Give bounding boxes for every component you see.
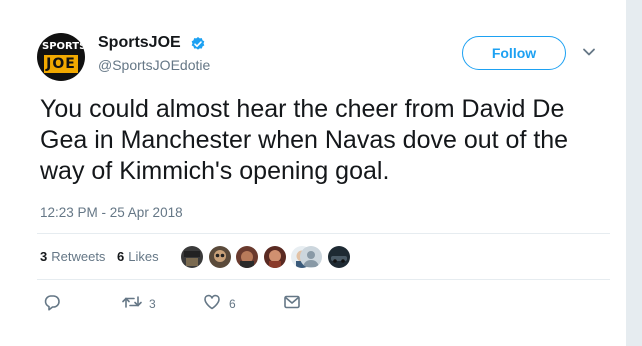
retweets-stat[interactable]: 3 Retweets: [40, 249, 105, 264]
follow-button[interactable]: Follow: [462, 36, 566, 70]
avatar[interactable]: SPORTS JOE: [37, 33, 85, 81]
retweet-icon[interactable]: [121, 293, 143, 311]
retweet-count: 3: [149, 297, 156, 311]
envelope-icon[interactable]: [283, 293, 301, 311]
default-avatar-icon[interactable]: [300, 246, 322, 268]
logo-text-bottom: JOE: [44, 55, 78, 73]
liker-avatar[interactable]: [236, 246, 258, 268]
retweets-label: Retweets: [51, 249, 106, 264]
account-handle[interactable]: @SportsJOEdotie: [98, 57, 210, 73]
divider: [37, 233, 610, 234]
liker-avatar[interactable]: [181, 246, 203, 268]
verified-badge-icon: [191, 37, 205, 50]
tweet-timestamp[interactable]: 12:23 PM - 25 Apr 2018: [40, 205, 183, 220]
liker-avatar[interactable]: [209, 246, 231, 268]
scrollbar-track[interactable]: [626, 0, 642, 346]
liker-avatar[interactable]: [264, 246, 286, 268]
heart-icon[interactable]: [203, 293, 221, 311]
tweet-text: You could almost hear the cheer from Dav…: [40, 95, 569, 185]
likes-label: Likes: [128, 249, 159, 264]
liker-avatar[interactable]: [328, 246, 350, 268]
account-name[interactable]: SportsJOE: [98, 34, 181, 52]
logo-text-top: SPORTS: [42, 40, 85, 54]
like-count: 6: [229, 297, 236, 311]
chevron-down-icon[interactable]: [582, 47, 596, 57]
divider: [37, 279, 610, 280]
reply-icon[interactable]: [43, 293, 61, 311]
likes-stat[interactable]: 6 Likes: [117, 249, 159, 264]
likes-count: 6: [117, 249, 125, 264]
tweet-card: SPORTS JOE SportsJOE @SportsJOEdotie Fol…: [0, 0, 626, 346]
retweets-count: 3: [40, 249, 48, 264]
